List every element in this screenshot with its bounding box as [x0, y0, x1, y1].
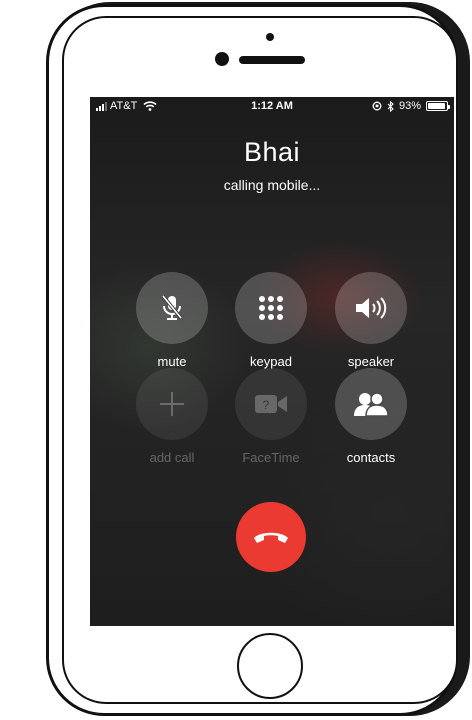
- contacts-label: contacts: [346, 450, 396, 465]
- facetime-icon: ?: [255, 395, 287, 413]
- speaker-icon: [356, 297, 387, 319]
- phone-screen: AT&T 1:12 AM 93% Bhai calling mobile...: [90, 97, 454, 626]
- facetime-button: ? FaceTime: [221, 368, 321, 465]
- battery-percent: 93%: [398, 100, 421, 112]
- keypad-icon: [259, 296, 283, 320]
- speaker-label: speaker: [347, 354, 395, 369]
- battery-icon: [426, 101, 450, 111]
- proximity-sensor: [215, 52, 229, 66]
- keypad-button[interactable]: keypad: [221, 272, 321, 369]
- add-call-label: add call: [149, 450, 195, 465]
- add-call-button-circle: [136, 368, 208, 440]
- mute-button[interactable]: mute: [122, 272, 222, 369]
- keypad-button-circle[interactable]: [235, 272, 307, 344]
- status-bar: AT&T 1:12 AM 93%: [90, 97, 454, 117]
- contacts-icon: [354, 392, 389, 417]
- contacts-button[interactable]: contacts: [321, 368, 421, 465]
- status-right: 93%: [372, 100, 450, 112]
- facetime-label: FaceTime: [242, 450, 300, 465]
- battery-level: [428, 103, 445, 109]
- facetime-button-circle: ?: [235, 368, 307, 440]
- home-button[interactable]: [237, 633, 303, 699]
- front-camera: [266, 33, 274, 41]
- orientation-lock-icon: [372, 101, 382, 111]
- end-call-button[interactable]: [236, 502, 306, 572]
- svg-text:?: ?: [263, 398, 270, 412]
- mute-button-circle[interactable]: [136, 272, 208, 344]
- speaker-button-circle[interactable]: [335, 272, 407, 344]
- add-call-button: add call: [122, 368, 222, 465]
- microphone-slash-icon: [161, 294, 183, 320]
- contacts-button-circle[interactable]: [335, 368, 407, 440]
- mute-label: mute: [157, 354, 187, 369]
- bluetooth-icon: [387, 100, 394, 112]
- earpiece-speaker: [239, 56, 305, 64]
- plus-icon: [160, 392, 184, 416]
- keypad-label: keypad: [250, 354, 292, 369]
- caller-name: Bhai: [243, 137, 301, 167]
- call-status: calling mobile...: [223, 177, 321, 193]
- speaker-button[interactable]: speaker: [321, 272, 421, 369]
- phone-hangup-icon: [254, 532, 288, 543]
